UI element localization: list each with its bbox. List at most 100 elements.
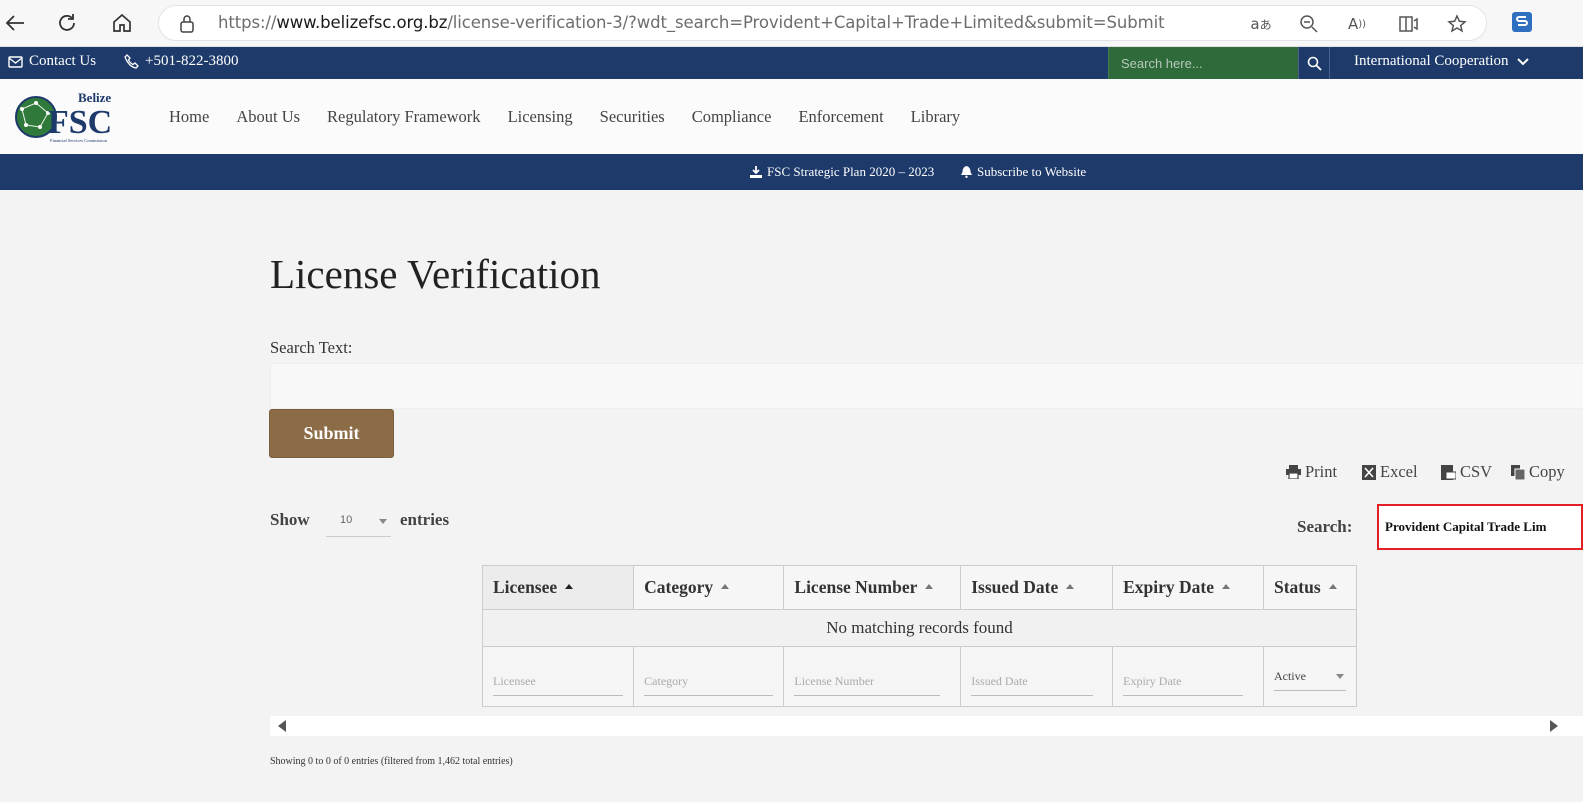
column-header-licensee[interactable]: Licensee [481, 565, 635, 610]
lock-icon[interactable] [179, 14, 195, 39]
extension-icon[interactable] [1511, 11, 1533, 33]
refresh-icon[interactable] [52, 9, 82, 37]
nav-home[interactable]: Home [169, 107, 209, 127]
top-bar: Contact Us +501-822-3800 International C… [0, 47, 1583, 79]
csv-button[interactable]: CSV [1441, 462, 1492, 482]
page-size-value: 10 [340, 514, 353, 526]
read-aloud-icon[interactable]: A)) [1345, 13, 1369, 35]
site-search-button[interactable] [1298, 47, 1330, 79]
url-text[interactable]: https://www.belizefsc.org.bz/license-ver… [218, 13, 1165, 32]
table-row: No matching records found [482, 609, 1357, 647]
site-header: Belize FSC Financial Services Commission… [0, 79, 1583, 154]
excel-icon [1362, 464, 1376, 480]
filter-category-input[interactable]: Category [644, 658, 774, 696]
copy-label: Copy [1529, 462, 1565, 481]
strategic-plan-link[interactable]: FSC Strategic Plan 2020 – 2023 [750, 164, 934, 180]
show-label: Show [270, 510, 310, 529]
chevron-down-icon [1516, 57, 1529, 65]
favorite-icon[interactable] [1445, 13, 1469, 35]
logo-tagline-text: Financial Services Commission [50, 138, 108, 143]
site-search-box[interactable] [1108, 47, 1298, 79]
column-header-expiry-date[interactable]: Expiry Date [1112, 565, 1264, 610]
chevron-down-icon [1335, 673, 1344, 679]
entries-label: entries [400, 510, 450, 529]
nav-regulatory-framework[interactable]: Regulatory Framework [327, 107, 481, 127]
sort-icon [721, 584, 730, 590]
subscribe-label: Subscribe to Website [977, 164, 1087, 179]
back-icon[interactable] [0, 9, 30, 37]
nav-securities[interactable]: Securities [600, 107, 665, 127]
excel-button[interactable]: Excel [1362, 462, 1418, 482]
site-search-input[interactable] [1109, 47, 1298, 79]
csv-label: CSV [1460, 462, 1493, 481]
search-text-label: Search Text: [270, 338, 353, 357]
filter-cell: Expiry Date [1112, 646, 1264, 707]
scroll-left-icon[interactable] [278, 720, 286, 732]
sort-icon [1328, 584, 1337, 590]
page-size-select[interactable]: 10 [326, 505, 391, 537]
browser-toolbar: https://www.belizefsc.org.bz/license-ver… [0, 0, 1583, 47]
copy-icon [1511, 464, 1525, 480]
csv-icon [1441, 464, 1456, 480]
status-filter-value: Active [1273, 668, 1306, 683]
page-title: License Verification [270, 251, 601, 297]
copy-button[interactable]: Copy [1511, 462, 1565, 482]
sort-icon [1222, 584, 1231, 590]
column-header-category[interactable]: Category [633, 565, 785, 610]
sort-icon [1066, 584, 1075, 590]
table-header-row: Licensee Category License Number Issued … [481, 565, 1358, 610]
contact-us-label: Contact Us [29, 53, 97, 69]
column-header-license-number[interactable]: License Number [783, 565, 962, 610]
column-header-issued-date[interactable]: Issued Date [960, 565, 1114, 610]
phone-label: +501-822-3800 [145, 53, 239, 69]
contact-us-link[interactable]: Contact Us [8, 53, 96, 70]
nav-enforcement[interactable]: Enforcement [798, 107, 883, 127]
horizontal-scrollbar[interactable] [270, 716, 1583, 736]
empty-message: No matching records found [482, 609, 1357, 647]
logo-belize-text: Belize [78, 90, 111, 105]
zoom-icon[interactable] [1297, 13, 1321, 35]
filter-issued-date-input[interactable]: Issued Date [971, 658, 1094, 696]
nav-library[interactable]: Library [911, 107, 960, 127]
filter-cell: Issued Date [960, 646, 1114, 707]
print-button[interactable]: Print [1286, 462, 1337, 482]
nav-about-us[interactable]: About Us [236, 107, 300, 127]
belize-fsc-logo[interactable]: Belize FSC Financial Services Commission [14, 89, 128, 145]
search-icon [1307, 56, 1322, 71]
subscribe-link[interactable]: Subscribe to Website [961, 164, 1086, 180]
immersive-reader-icon[interactable] [1397, 13, 1421, 35]
logo-fsc-text: FSC [48, 104, 112, 141]
phone-link[interactable]: +501-822-3800 [124, 53, 238, 70]
print-icon [1286, 465, 1301, 479]
announcement-bar: FSC Strategic Plan 2020 – 2023 Subscribe… [0, 154, 1583, 190]
filter-licensee-input[interactable]: Licensee [493, 658, 624, 696]
filter-cell: Active [1262, 646, 1358, 707]
nav-compliance[interactable]: Compliance [692, 107, 772, 127]
license-table: Licensee Category License Number Issued … [481, 565, 1358, 707]
filter-status-select[interactable]: Active [1273, 663, 1346, 691]
nav-licensing[interactable]: Licensing [508, 107, 573, 127]
filter-cell: Category [633, 646, 785, 707]
home-icon[interactable] [107, 9, 137, 37]
filter-expiry-date-input[interactable]: Expiry Date [1123, 658, 1244, 696]
search-text-input[interactable] [270, 363, 1583, 409]
envelope-icon [8, 55, 23, 68]
scroll-right-icon[interactable] [1550, 720, 1558, 732]
sort-icon [925, 584, 934, 590]
filter-license-number-input[interactable]: License Number [794, 658, 941, 696]
international-cooperation-menu[interactable]: International Cooperation [1354, 53, 1529, 70]
international-cooperation-label: International Cooperation [1354, 53, 1509, 69]
sort-icon [565, 584, 574, 590]
table-search-input[interactable]: Provident Capital Trade Lim [1377, 504, 1583, 550]
download-icon [750, 166, 762, 178]
bell-icon [961, 166, 972, 178]
excel-label: Excel [1380, 462, 1418, 481]
address-bar[interactable]: https://www.belizefsc.org.bz/license-ver… [158, 5, 1487, 41]
chevron-down-icon [379, 519, 387, 524]
strategic-plan-label: FSC Strategic Plan 2020 – 2023 [767, 164, 935, 179]
translate-icon[interactable]: aあ [1249, 13, 1273, 35]
table-info: Showing 0 to 0 of 0 entries (filtered fr… [270, 756, 513, 767]
filter-cell: Licensee [481, 646, 635, 707]
column-header-status[interactable]: Status [1262, 565, 1358, 610]
submit-button[interactable]: Submit [269, 409, 394, 458]
